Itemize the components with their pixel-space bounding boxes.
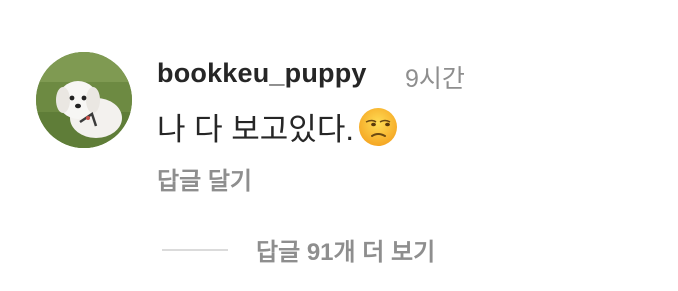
comment-item: bookkeu_puppy 9시간 나 다 보고있다. 답글 달기 답글 91개…: [0, 0, 678, 291]
avatar[interactable]: [36, 52, 132, 148]
comment-body: 나 다 보고있다.: [157, 104, 398, 149]
view-more-replies-button[interactable]: 답글 91개 더 보기: [162, 232, 435, 267]
reply-button[interactable]: 답글 달기: [157, 161, 252, 196]
divider-line: [162, 248, 228, 251]
unamused-face-emoji-icon: [358, 107, 398, 147]
puppy-avatar-icon: [36, 52, 132, 148]
comment-username[interactable]: bookkeu_puppy: [157, 58, 367, 89]
view-replies-label: 답글 91개 더 보기: [256, 239, 436, 266]
comment-text: 나 다 보고있다.: [157, 112, 354, 147]
comment-timestamp: 9시간: [405, 65, 465, 93]
